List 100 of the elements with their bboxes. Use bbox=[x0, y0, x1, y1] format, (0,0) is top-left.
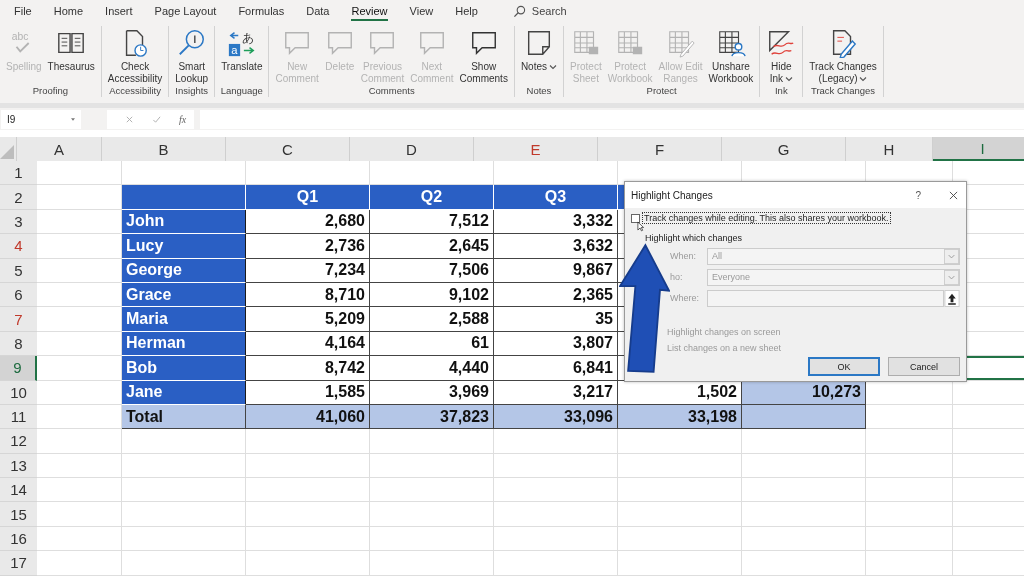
empty-cell[interactable] bbox=[246, 502, 370, 527]
menu-tab[interactable]: File bbox=[3, 2, 43, 20]
empty-cell[interactable] bbox=[494, 429, 618, 454]
ribbon-button[interactable]: a あ Translate bbox=[218, 26, 266, 85]
ribbon-button[interactable]: Unshare Workbook bbox=[705, 26, 757, 85]
empty-cell[interactable] bbox=[742, 526, 866, 552]
empty-cell[interactable] bbox=[494, 526, 618, 552]
check-icon[interactable] bbox=[152, 114, 161, 124]
dialog-button[interactable]: Cancel bbox=[888, 357, 960, 376]
empty-cell[interactable] bbox=[866, 453, 953, 479]
empty-cell[interactable] bbox=[618, 429, 742, 454]
row-header[interactable]: 1 bbox=[0, 161, 37, 186]
empty-cell[interactable] bbox=[370, 526, 494, 552]
empty-cell[interactable] bbox=[370, 453, 494, 479]
empty-cell[interactable] bbox=[618, 478, 742, 503]
row-header[interactable]: 12 bbox=[0, 429, 37, 454]
empty-cell[interactable] bbox=[742, 429, 866, 454]
empty-cell[interactable] bbox=[618, 526, 742, 552]
menu-tab[interactable]: View bbox=[398, 2, 445, 20]
row-header[interactable]: 13 bbox=[0, 453, 37, 479]
row-header[interactable]: 7 bbox=[0, 307, 37, 332]
input-field[interactable] bbox=[707, 289, 944, 307]
empty-cell[interactable] bbox=[494, 502, 618, 527]
row-header[interactable]: 3 bbox=[0, 209, 37, 235]
insert-function-button[interactable]: fx bbox=[179, 113, 187, 125]
column-header[interactable]: G bbox=[722, 137, 846, 161]
checkbox-label[interactable]: Track changes while editing. This also shares your workbook. bbox=[642, 212, 891, 224]
ribbon-button[interactable]: Show Comments bbox=[456, 26, 511, 85]
empty-cell[interactable] bbox=[122, 453, 246, 479]
ribbon-button[interactable]: Check Accessibility bbox=[104, 26, 166, 85]
menu-tab[interactable]: Insert bbox=[94, 2, 144, 20]
name-box[interactable]: I9 bbox=[1, 109, 81, 129]
column-header[interactable]: C bbox=[226, 137, 350, 161]
empty-cell[interactable] bbox=[866, 429, 953, 454]
empty-cell[interactable] bbox=[246, 429, 370, 454]
empty-cell[interactable] bbox=[742, 502, 866, 527]
row-header[interactable]: 5 bbox=[0, 258, 37, 283]
empty-cell[interactable] bbox=[742, 453, 866, 479]
empty-cell[interactable] bbox=[246, 453, 370, 479]
menu-tab[interactable]: Help bbox=[444, 2, 489, 20]
ribbon-button[interactable]: Notes bbox=[517, 26, 560, 85]
empty-cell[interactable] bbox=[494, 551, 618, 576]
menu-tab[interactable]: Data bbox=[295, 2, 341, 20]
empty-cell[interactable] bbox=[494, 478, 618, 503]
ribbon-button[interactable]: Hide Ink bbox=[763, 26, 800, 85]
column-header[interactable]: A bbox=[17, 137, 102, 161]
column-header[interactable]: I bbox=[933, 137, 1024, 161]
formula-input[interactable] bbox=[200, 109, 1024, 129]
row-header[interactable]: 14 bbox=[0, 478, 37, 503]
empty-cell[interactable] bbox=[370, 478, 494, 503]
collapse-icon[interactable] bbox=[944, 289, 960, 307]
ribbon-button[interactable]: Smart Lookup bbox=[172, 26, 212, 85]
column-header[interactable]: H bbox=[846, 137, 933, 161]
table-cell[interactable] bbox=[742, 404, 866, 430]
select-all-icon[interactable] bbox=[0, 145, 14, 159]
column-header[interactable]: F bbox=[598, 137, 722, 161]
empty-cell[interactable] bbox=[618, 551, 742, 576]
empty-cell[interactable] bbox=[122, 526, 246, 552]
ribbon-button[interactable]: Thesaurus bbox=[44, 26, 98, 85]
row-header[interactable]: 15 bbox=[0, 502, 37, 527]
row-header[interactable]: 17 bbox=[0, 551, 37, 576]
cancel-icon[interactable] bbox=[125, 114, 134, 124]
empty-cell[interactable] bbox=[246, 526, 370, 552]
empty-cell[interactable] bbox=[122, 551, 246, 576]
empty-cell[interactable] bbox=[742, 551, 866, 576]
help-button[interactable]: ? bbox=[915, 189, 921, 201]
empty-cell[interactable] bbox=[618, 502, 742, 527]
menu-tab[interactable]: Formulas bbox=[227, 2, 296, 20]
empty-cell[interactable] bbox=[370, 551, 494, 576]
empty-cell[interactable] bbox=[122, 478, 246, 503]
menu-tab[interactable]: Home bbox=[42, 2, 95, 20]
empty-cell[interactable] bbox=[618, 453, 742, 479]
row-header[interactable]: 16 bbox=[0, 526, 37, 552]
search-field[interactable]: Search bbox=[512, 4, 567, 18]
column-header[interactable]: B bbox=[102, 137, 226, 161]
close-icon[interactable] bbox=[949, 190, 958, 200]
empty-cell[interactable] bbox=[370, 502, 494, 527]
empty-cell[interactable] bbox=[866, 526, 953, 552]
empty-cell[interactable] bbox=[246, 551, 370, 576]
dropdown-icon[interactable] bbox=[944, 248, 959, 264]
row-header[interactable]: 11 bbox=[0, 404, 37, 430]
column-header[interactable]: D bbox=[350, 137, 474, 161]
menu-tab[interactable]: Page Layout bbox=[143, 2, 228, 20]
empty-cell[interactable] bbox=[742, 478, 866, 503]
empty-cell[interactable] bbox=[494, 453, 618, 479]
empty-cell[interactable] bbox=[246, 478, 370, 503]
empty-cell[interactable] bbox=[866, 551, 953, 576]
empty-cell[interactable] bbox=[122, 502, 246, 527]
menu-tab[interactable]: Review bbox=[340, 2, 399, 20]
empty-cell[interactable] bbox=[866, 478, 953, 503]
empty-cell[interactable] bbox=[866, 502, 953, 527]
row-header[interactable]: 8 bbox=[0, 331, 37, 357]
column-header[interactable]: E bbox=[474, 137, 598, 161]
empty-cell[interactable] bbox=[122, 429, 246, 454]
empty-cell[interactable] bbox=[370, 429, 494, 454]
row-header[interactable]: 6 bbox=[0, 282, 37, 308]
checkbox[interactable] bbox=[631, 213, 640, 223]
ribbon-button[interactable]: Track Changes (Legacy) bbox=[806, 26, 880, 85]
row-header[interactable]: 2 bbox=[0, 185, 37, 210]
row-header[interactable]: 9 bbox=[0, 356, 37, 381]
